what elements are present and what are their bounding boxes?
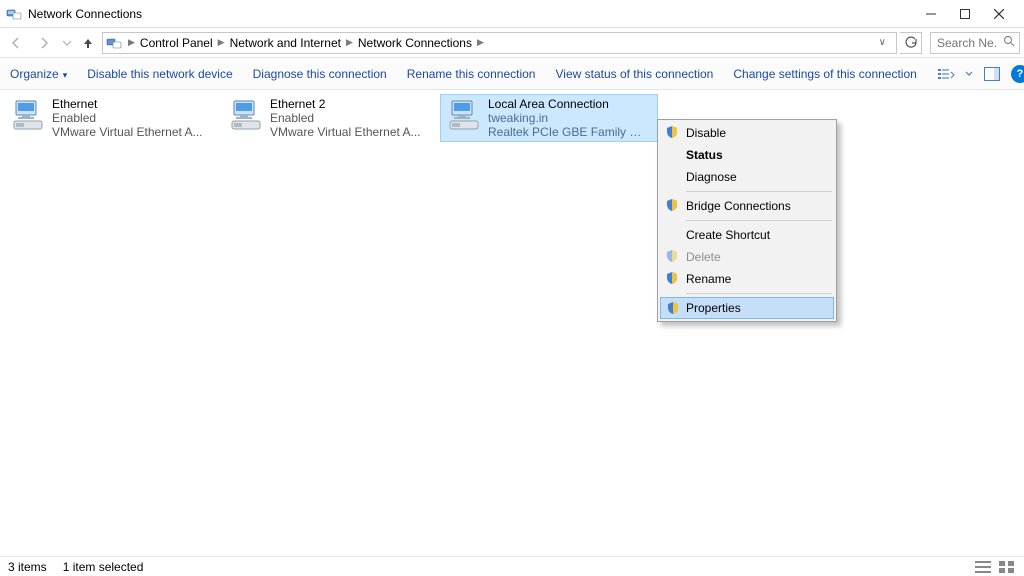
connection-adapter: VMware Virtual Ethernet A...	[52, 125, 203, 139]
cm-separator	[686, 191, 832, 192]
breadcrumb-separator-icon: ▶	[474, 37, 487, 48]
network-adapter-icon	[10, 97, 46, 133]
maximize-button[interactable]	[948, 0, 982, 28]
refresh-button[interactable]	[900, 32, 922, 54]
title-bar: Network Connections	[0, 0, 1024, 28]
cm-bridge[interactable]: Bridge Connections	[660, 195, 834, 217]
breadcrumb-separator-icon: ▶	[125, 37, 138, 48]
shield-icon	[665, 198, 679, 212]
shield-icon	[665, 271, 679, 285]
connection-status: Enabled	[52, 111, 203, 125]
cm-separator	[686, 220, 832, 221]
forward-button[interactable]	[32, 31, 56, 55]
breadcrumb-separator-icon: ▶	[343, 37, 356, 48]
breadcrumb-root-icon	[105, 34, 123, 52]
view-options-button[interactable]	[937, 65, 955, 83]
cm-diagnose[interactable]: Diagnose	[660, 166, 834, 188]
connection-name: Ethernet 2	[270, 97, 421, 111]
context-menu: Disable Status Diagnose Bridge Connectio…	[657, 119, 837, 322]
shield-icon	[666, 301, 680, 315]
connection-name: Local Area Connection	[488, 97, 648, 111]
network-adapter-icon	[446, 97, 482, 133]
connection-item-selected[interactable]: Local Area Connection tweaking.in Realte…	[440, 94, 658, 142]
shield-icon	[665, 125, 679, 139]
content-area[interactable]: Ethernet Enabled VMware Virtual Ethernet…	[0, 90, 1024, 556]
app-icon	[6, 6, 22, 22]
command-toolbar: Organize Disable this network device Dia…	[0, 58, 1024, 90]
breadcrumb-item[interactable]: Control Panel	[138, 36, 215, 50]
cm-label: Delete	[686, 250, 721, 264]
connection-adapter: VMware Virtual Ethernet A...	[270, 125, 421, 139]
cm-delete: Delete	[660, 246, 834, 268]
recent-dropdown[interactable]	[60, 31, 74, 55]
connection-status: Enabled	[270, 111, 421, 125]
cm-rename[interactable]: Rename	[660, 268, 834, 290]
connection-adapter: Realtek PCIe GBE Family C...	[488, 125, 648, 139]
cm-disable[interactable]: Disable	[660, 122, 834, 144]
search-input[interactable]	[935, 35, 999, 51]
connection-status: tweaking.in	[488, 111, 648, 125]
close-button[interactable]	[982, 0, 1016, 28]
breadcrumb-item[interactable]: Network and Internet	[228, 36, 343, 50]
search-box[interactable]	[930, 32, 1020, 54]
breadcrumb-history-dropdown[interactable]: ∨	[875, 37, 890, 48]
connection-item[interactable]: Ethernet 2 Enabled VMware Virtual Ethern…	[222, 94, 440, 142]
cm-status[interactable]: Status	[660, 144, 834, 166]
network-adapter-icon	[228, 97, 264, 133]
view-options-dropdown[interactable]	[965, 65, 973, 83]
large-icons-view-button[interactable]	[998, 559, 1016, 575]
connection-name: Ethernet	[52, 97, 203, 111]
rename-button[interactable]: Rename this connection	[407, 67, 536, 81]
breadcrumb-item[interactable]: Network Connections	[356, 36, 474, 50]
details-view-button[interactable]	[974, 559, 992, 575]
address-bar: ▶ Control Panel ▶ Network and Internet ▶…	[0, 28, 1024, 58]
preview-pane-button[interactable]	[983, 65, 1001, 83]
up-button[interactable]	[78, 31, 98, 55]
diagnose-button[interactable]: Diagnose this connection	[253, 67, 387, 81]
connection-item[interactable]: Ethernet Enabled VMware Virtual Ethernet…	[4, 94, 222, 142]
cm-label: Properties	[686, 301, 741, 315]
selection-count: 1 item selected	[63, 560, 144, 574]
disable-device-button[interactable]: Disable this network device	[87, 67, 232, 81]
breadcrumb-separator-icon: ▶	[215, 37, 228, 48]
minimize-button[interactable]	[914, 0, 948, 28]
cm-label: Status	[686, 148, 723, 162]
cm-label: Disable	[686, 126, 726, 140]
item-count: 3 items	[8, 560, 47, 574]
help-button[interactable]: ?	[1011, 65, 1024, 83]
back-button[interactable]	[4, 31, 28, 55]
cm-label: Create Shortcut	[686, 228, 770, 242]
cm-properties[interactable]: Properties	[660, 297, 834, 319]
status-bar: 3 items 1 item selected	[0, 556, 1024, 576]
cm-label: Rename	[686, 272, 731, 286]
shield-icon	[665, 249, 679, 263]
breadcrumb[interactable]: ▶ Control Panel ▶ Network and Internet ▶…	[102, 32, 897, 54]
search-icon	[1003, 35, 1015, 50]
cm-separator	[686, 293, 832, 294]
cm-label: Bridge Connections	[686, 199, 791, 213]
view-status-button[interactable]: View status of this connection	[555, 67, 713, 81]
cm-label: Diagnose	[686, 170, 737, 184]
window-title: Network Connections	[28, 7, 142, 21]
change-settings-button[interactable]: Change settings of this connection	[733, 67, 916, 81]
organize-menu[interactable]: Organize	[10, 67, 67, 81]
cm-create-shortcut[interactable]: Create Shortcut	[660, 224, 834, 246]
